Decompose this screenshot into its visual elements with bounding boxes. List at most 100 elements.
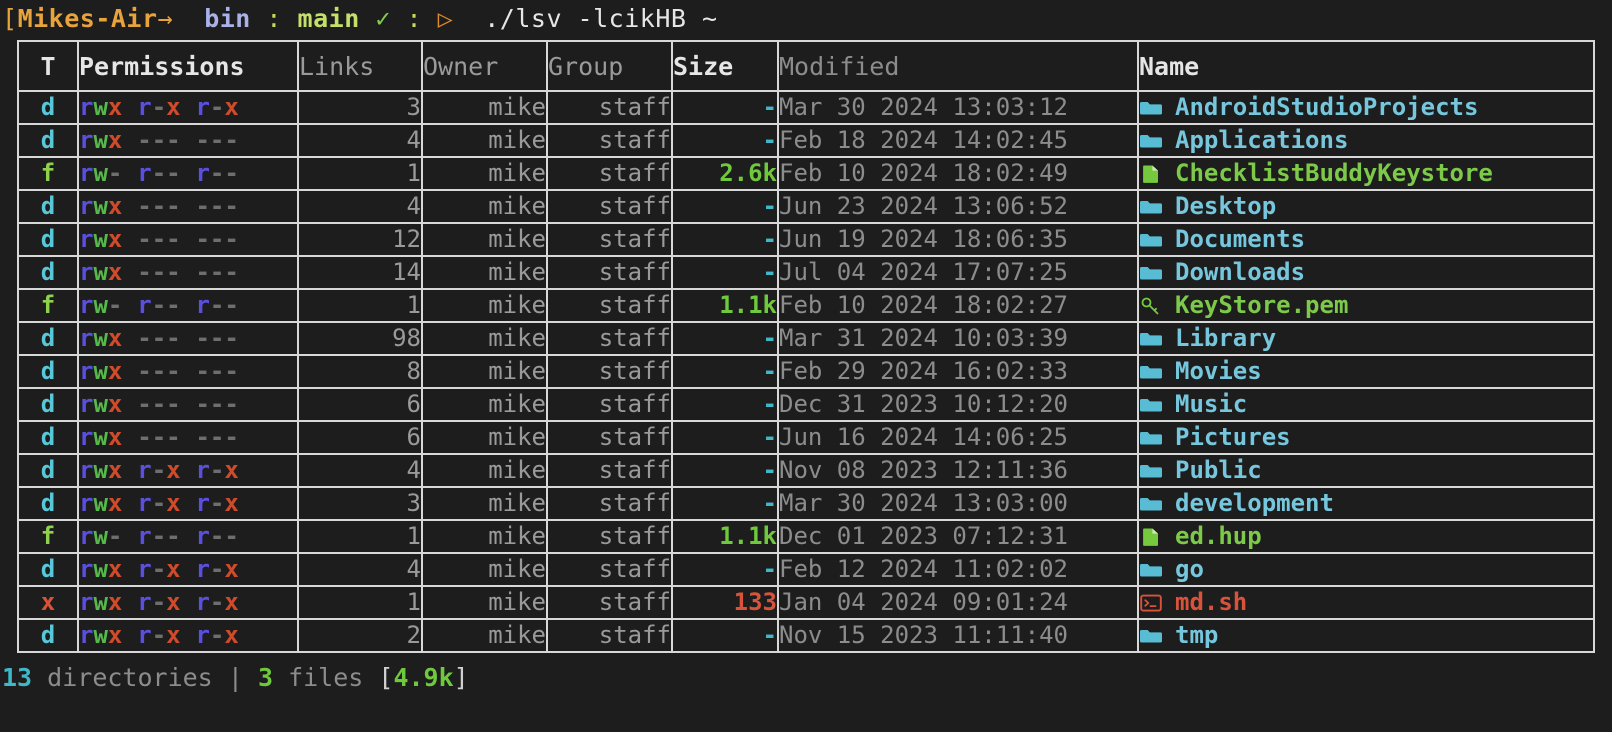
arrow-icon: → bbox=[157, 3, 174, 33]
row-modified: Mar 31 2024 10:03:39 bbox=[779, 324, 1068, 352]
row-modified: Jun 16 2024 14:06:25 bbox=[779, 423, 1068, 451]
row-modified: Dec 01 2023 07:12:31 bbox=[779, 522, 1068, 550]
row-name[interactable]: Documents bbox=[1175, 225, 1305, 253]
row-permissions: rwx r-x r-x bbox=[79, 93, 239, 121]
row-size: - bbox=[762, 555, 777, 583]
triangle-right-icon: ▷ bbox=[437, 3, 454, 33]
table-row[interactable]: d rwx --- --- 98 mike staff - Mar 31 2024 10:03:… bbox=[17, 321, 1595, 356]
row-permissions: rw-r-- r-- bbox=[79, 522, 239, 550]
row-group: staff bbox=[598, 390, 671, 418]
table-row[interactable]: d rwx --- --- 12 mike staff - Jun 19 2024 18:06:… bbox=[17, 222, 1595, 257]
shell-prompt-line: [Mikes-Air → bin : main ✓ : ▷ ./lsv -lcik… bbox=[0, 0, 1612, 36]
row-owner: mike bbox=[488, 291, 546, 319]
row-modified: Feb 10 2024 18:02:27 bbox=[779, 291, 1068, 319]
row-size: 1.1k bbox=[719, 291, 777, 319]
file-label: files bbox=[288, 663, 364, 692]
table-row[interactable]: d rwx --- --- 8 mike staff - Feb 29 2024 16:02:3… bbox=[17, 354, 1595, 389]
row-modified: Jul 04 2024 17:07:25 bbox=[779, 258, 1068, 286]
row-permissions: rwx --- --- bbox=[79, 357, 239, 385]
folder-icon bbox=[1139, 626, 1163, 646]
row-type: d bbox=[40, 423, 56, 451]
row-owner: mike bbox=[488, 621, 546, 649]
table-row[interactable]: d rwx --- --- 6 mike staff - Dec 31 2023 10:12:2… bbox=[17, 387, 1595, 422]
table-row[interactable]: f rw-r-- r-- 1 mike staff 2.6k Feb 10 2024 18:0… bbox=[17, 156, 1595, 191]
table-row[interactable]: d rwx --- --- 4 mike staff - Jun 23 2024 13:06:5… bbox=[17, 189, 1595, 224]
column-header-permissions[interactable]: Permissions bbox=[77, 40, 299, 92]
row-owner: mike bbox=[488, 159, 546, 187]
row-type: d bbox=[40, 456, 56, 484]
header-row: T Permissions Links Owner Group Size Mod… bbox=[17, 40, 1595, 92]
table-row[interactable]: d rwx r-x r-x 2 mike staff - Nov 15 2023 11:11:4… bbox=[17, 618, 1595, 653]
column-header-type[interactable]: T bbox=[17, 40, 79, 92]
row-type: f bbox=[40, 291, 56, 319]
column-header-name[interactable]: Name bbox=[1137, 40, 1595, 92]
row-name[interactable]: Desktop bbox=[1175, 192, 1276, 220]
document-icon bbox=[1139, 527, 1163, 547]
row-name[interactable]: KeyStore.pem bbox=[1175, 291, 1348, 319]
row-name[interactable]: Library bbox=[1175, 324, 1276, 352]
row-name[interactable]: development bbox=[1175, 489, 1334, 517]
table-row[interactable]: d rwx r-x r-x 4 mike staff - Feb 12 2024 11:02:0… bbox=[17, 552, 1595, 587]
table-row[interactable]: d rwx r-x r-x 3 mike staff - Mar 30 2024 13:03:1… bbox=[17, 90, 1595, 125]
column-header-modified[interactable]: Modified bbox=[777, 40, 1139, 92]
table-row[interactable]: x rwx r-x r-x 1 mike staff 133 Jan 04 2024 09:01… bbox=[17, 585, 1595, 620]
row-modified: Nov 15 2023 11:11:40 bbox=[779, 621, 1068, 649]
summary-divider: | bbox=[227, 663, 243, 692]
folder-icon bbox=[1139, 461, 1163, 481]
row-owner: mike bbox=[488, 390, 546, 418]
row-links: 1 bbox=[406, 291, 421, 319]
row-name[interactable]: Applications bbox=[1175, 126, 1348, 154]
table-row[interactable]: d rwx r-x r-x 3 mike staff - Mar 30 2024 13:03:0… bbox=[17, 486, 1595, 521]
row-name[interactable]: md.sh bbox=[1175, 588, 1247, 616]
row-links: 4 bbox=[406, 192, 421, 220]
row-name[interactable]: ChecklistBuddyKeystore bbox=[1175, 159, 1493, 187]
row-modified: Feb 18 2024 14:02:45 bbox=[779, 126, 1068, 154]
column-header-links[interactable]: Links bbox=[297, 40, 423, 92]
row-type: d bbox=[40, 621, 56, 649]
row-name[interactable]: tmp bbox=[1175, 621, 1218, 649]
column-header-group[interactable]: Group bbox=[546, 40, 673, 92]
row-group: staff bbox=[598, 555, 671, 583]
row-owner: mike bbox=[488, 258, 546, 286]
total-size: 4.9k bbox=[393, 663, 454, 692]
row-modified: Mar 30 2024 13:03:00 bbox=[779, 489, 1068, 517]
row-size: - bbox=[762, 390, 777, 418]
row-name[interactable]: Pictures bbox=[1175, 423, 1291, 451]
row-links: 3 bbox=[406, 489, 421, 517]
row-name[interactable]: Downloads bbox=[1175, 258, 1305, 286]
row-modified: Nov 08 2023 12:11:36 bbox=[779, 456, 1068, 484]
row-modified: Feb 12 2024 11:02:02 bbox=[779, 555, 1068, 583]
table-row[interactable]: d rwx --- --- 14 mike staff - Jul 04 2024 17:07:… bbox=[17, 255, 1595, 290]
row-permissions: rwx --- --- bbox=[79, 258, 239, 286]
row-name[interactable]: ed.hup bbox=[1175, 522, 1262, 550]
row-name[interactable]: Public bbox=[1175, 456, 1262, 484]
row-permissions: rwx --- --- bbox=[79, 126, 239, 154]
prompt-directory: bin bbox=[204, 3, 251, 33]
table-row[interactable]: d rwx --- --- 4 mike staff - Feb 18 2024 14:02:4… bbox=[17, 123, 1595, 158]
column-header-owner[interactable]: Owner bbox=[421, 40, 548, 92]
row-name[interactable]: Music bbox=[1175, 390, 1247, 418]
column-header-size[interactable]: Size bbox=[671, 40, 779, 92]
row-owner: mike bbox=[488, 192, 546, 220]
folder-icon bbox=[1139, 362, 1163, 382]
row-name[interactable]: go bbox=[1175, 555, 1204, 583]
row-name[interactable]: AndroidStudioProjects bbox=[1175, 93, 1478, 121]
summary-line: 13 directories | 3 files [4.9k] bbox=[0, 661, 1612, 695]
row-links: 1 bbox=[406, 159, 421, 187]
row-group: staff bbox=[598, 456, 671, 484]
row-modified: Feb 10 2024 18:02:49 bbox=[779, 159, 1068, 187]
row-links: 6 bbox=[406, 390, 421, 418]
table-row[interactable]: d rwx r-x r-x 4 mike staff - Nov 08 2023 12:11:3… bbox=[17, 453, 1595, 488]
row-group: staff bbox=[598, 93, 671, 121]
row-group: staff bbox=[598, 423, 671, 451]
row-permissions: rwx r-x r-x bbox=[79, 489, 239, 517]
row-group: staff bbox=[598, 489, 671, 517]
row-links: 12 bbox=[392, 225, 421, 253]
table-row[interactable]: d rwx --- --- 6 mike staff - Jun 16 2024 14:06:2… bbox=[17, 420, 1595, 455]
row-type: d bbox=[40, 258, 56, 286]
table-row[interactable]: f rw-r-- r-- 1 mike staff 1.1k Feb 10 2024 18:0… bbox=[17, 288, 1595, 323]
check-icon: ✓ bbox=[375, 3, 391, 33]
table-row[interactable]: f rw-r-- r-- 1 mike staff 1.1k Dec 01 2023 07:1… bbox=[17, 519, 1595, 554]
document-icon bbox=[1139, 164, 1163, 184]
row-name[interactable]: Movies bbox=[1175, 357, 1262, 385]
